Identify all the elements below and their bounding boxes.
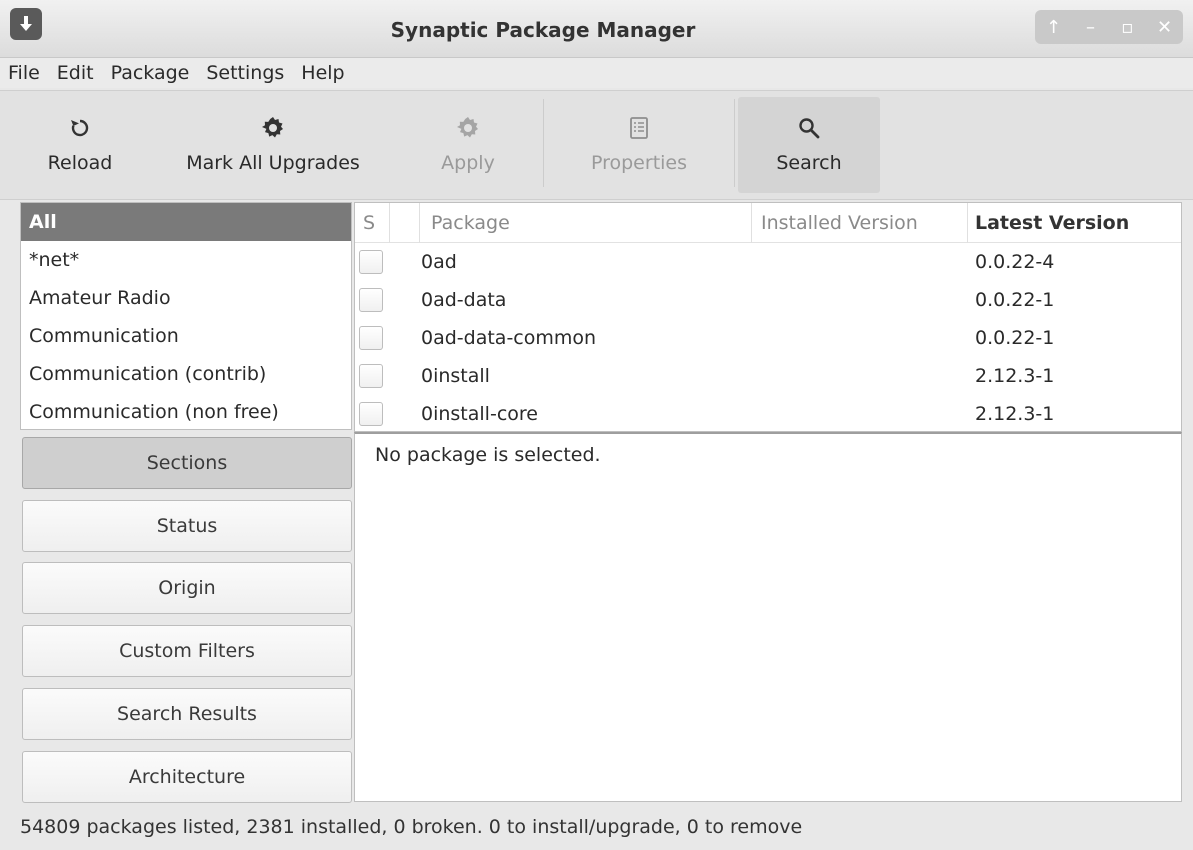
latest-version: 2.12.3-1 (975, 403, 1055, 425)
window-controls: ↑ – ▫ ✕ (1035, 10, 1183, 44)
latest-version: 0.0.22-1 (975, 327, 1055, 349)
custom-filters-button[interactable]: Custom Filters (22, 625, 352, 677)
column-separator (419, 203, 420, 243)
section-item-net[interactable]: *net* (21, 241, 351, 279)
reload-icon (71, 119, 89, 137)
magnifier-icon (799, 118, 820, 139)
gear-icon (457, 117, 478, 138)
section-item-amateur-radio[interactable]: Amateur Radio (21, 279, 351, 317)
table-row[interactable]: 0install-core 2.12.3-1 (355, 395, 1181, 431)
table-header: S Package Installed Version Latest Versi… (355, 203, 1181, 243)
search-label: Search (776, 152, 842, 174)
menu-settings[interactable]: Settings (206, 62, 284, 84)
package-name: 0install (421, 365, 490, 387)
column-header-latest-version[interactable]: Latest Version (975, 203, 1129, 243)
package-details-pane: No package is selected. (354, 432, 1182, 802)
table-row[interactable]: 0ad-data-common 0.0.22-1 (355, 319, 1181, 357)
menu-bar: File Edit Package Settings Help (0, 58, 1193, 88)
table-row[interactable]: 0install 2.12.3-1 (355, 357, 1181, 395)
details-message: No package is selected. (375, 444, 601, 466)
latest-version: 2.12.3-1 (975, 365, 1055, 387)
section-item-all[interactable]: All (21, 203, 351, 241)
properties-button[interactable]: Properties (570, 97, 708, 193)
maximize-icon[interactable]: ▫ (1116, 17, 1140, 38)
status-bar: 54809 packages listed, 2381 installed, 0… (20, 816, 803, 838)
status-filter-button[interactable]: Status (22, 500, 352, 552)
properties-list-icon (630, 117, 648, 139)
menu-file[interactable]: File (8, 62, 40, 84)
column-header-installed-version[interactable]: Installed Version (761, 203, 918, 243)
apply-label: Apply (441, 152, 495, 174)
section-list: All *net* Amateur Radio Communication Co… (20, 202, 352, 430)
package-checkbox[interactable] (359, 250, 383, 274)
column-header-package[interactable]: Package (431, 203, 510, 243)
reload-button[interactable]: Reload (30, 97, 130, 193)
menu-help[interactable]: Help (301, 62, 344, 84)
section-item-communication-contrib[interactable]: Communication (contrib) (21, 355, 351, 393)
minimize-icon[interactable]: – (1079, 17, 1103, 38)
latest-version: 0.0.22-4 (975, 251, 1055, 273)
keep-above-icon[interactable]: ↑ (1042, 17, 1066, 38)
column-separator (751, 203, 752, 243)
toolbar: Reload Mark All Upgrades Apply Propertie… (0, 90, 1193, 200)
package-name: 0ad-data-common (421, 327, 597, 349)
column-header-status[interactable]: S (363, 203, 375, 243)
menu-package[interactable]: Package (111, 62, 190, 84)
package-name: 0ad-data (421, 289, 507, 311)
menu-edit[interactable]: Edit (57, 62, 94, 84)
properties-label: Properties (590, 152, 688, 174)
package-checkbox[interactable] (359, 326, 383, 350)
gear-icon (262, 117, 283, 138)
search-results-filter-button[interactable]: Search Results (22, 688, 352, 740)
package-name: 0ad (421, 251, 457, 273)
close-icon[interactable]: ✕ (1153, 17, 1177, 38)
sections-filter-button[interactable]: Sections (22, 437, 352, 489)
latest-version: 0.0.22-1 (975, 289, 1055, 311)
package-checkbox[interactable] (359, 402, 383, 426)
origin-filter-button[interactable]: Origin (22, 562, 352, 614)
search-button[interactable]: Search (738, 97, 880, 193)
table-row[interactable]: 0ad 0.0.22-4 (355, 243, 1181, 281)
package-checkbox[interactable] (359, 364, 383, 388)
section-item-communication-non-free[interactable]: Communication (non free) (21, 393, 351, 431)
toolbar-separator (734, 99, 735, 187)
column-separator (389, 203, 390, 243)
title-bar: Synaptic Package Manager ↑ – ▫ ✕ (0, 0, 1193, 58)
mark-all-upgrades-label: Mark All Upgrades (186, 152, 360, 174)
architecture-filter-button[interactable]: Architecture (22, 751, 352, 803)
package-table: S Package Installed Version Latest Versi… (354, 202, 1182, 432)
reload-label: Reload (47, 152, 113, 174)
package-name: 0install-core (421, 403, 538, 425)
table-row[interactable]: 0ad-data 0.0.22-1 (355, 281, 1181, 319)
window-title: Synaptic Package Manager (390, 18, 696, 42)
apply-button[interactable]: Apply (420, 97, 516, 193)
mark-all-upgrades-button[interactable]: Mark All Upgrades (170, 97, 376, 193)
toolbar-separator (543, 99, 544, 187)
section-item-communication[interactable]: Communication (21, 317, 351, 355)
column-separator (967, 203, 968, 243)
package-checkbox[interactable] (359, 288, 383, 312)
